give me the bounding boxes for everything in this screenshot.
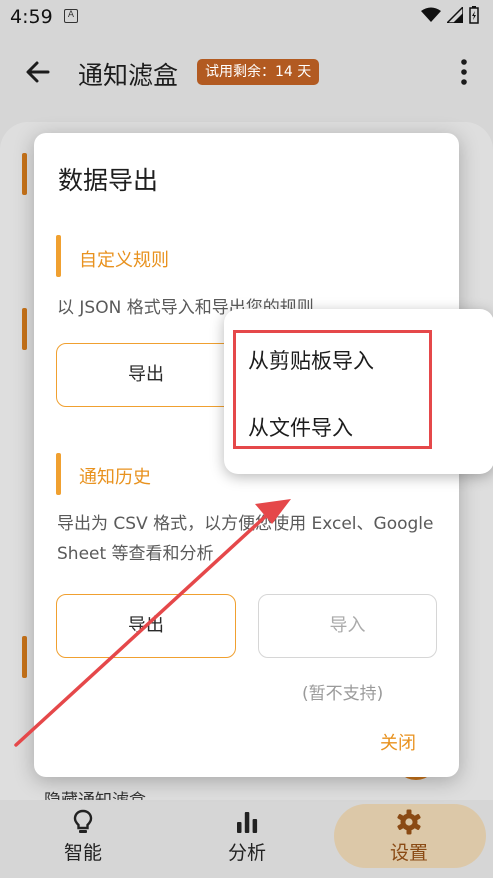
status-icons <box>421 6 479 24</box>
nav-label: 智能 <box>63 842 102 864</box>
battery-icon <box>469 6 479 24</box>
back-arrow-icon[interactable] <box>22 56 54 88</box>
more-vert-icon[interactable] <box>461 58 467 86</box>
page-title: 通知滤盒 <box>78 61 179 90</box>
annotation-highlight-box <box>233 330 432 449</box>
section-marker <box>22 153 27 195</box>
gear-icon <box>397 809 421 835</box>
export-rules-button[interactable]: 导出 <box>56 343 236 407</box>
signal-icon <box>447 7 463 23</box>
export-history-button[interactable]: 导出 <box>56 594 236 658</box>
history-description: 导出为 CSV 格式，以方便您使用 Excel、Google Sheet 等查看… <box>57 514 434 564</box>
nav-label: 设置 <box>389 842 428 864</box>
bottom-nav: 智能 分析 设置 <box>0 800 493 878</box>
section-marker <box>22 308 27 350</box>
nav-label: 分析 <box>227 842 266 864</box>
nav-item-settings[interactable]: 设置 <box>334 800 486 878</box>
status-bar: 4:59 A <box>0 0 493 34</box>
custom-rules-title: 自定义规则 <box>79 250 169 271</box>
trial-badge: 试用剩余：14 天 <box>197 59 320 85</box>
lightbulb-icon <box>73 809 93 833</box>
dialog-title: 数据导出 <box>58 166 159 195</box>
import-history-button: 导入 <box>258 594 437 658</box>
wifi-icon <box>421 7 441 22</box>
app-bar: 通知滤盒 试用剩余：14 天 <box>0 34 493 110</box>
section-accent-bar <box>56 235 61 277</box>
section-accent-bar <box>56 453 61 495</box>
nav-item-smart[interactable]: 智能 <box>8 800 158 878</box>
status-time: 4:59 <box>10 6 53 28</box>
nav-item-analysis[interactable]: 分析 <box>172 800 322 878</box>
not-supported-note: (暂不支持) <box>302 684 384 704</box>
section-marker <box>22 636 27 678</box>
bar-chart-icon <box>237 812 258 833</box>
app-notification-icon: A <box>64 9 78 23</box>
close-button[interactable]: 关闭 <box>380 729 416 755</box>
history-title: 通知历史 <box>79 467 151 488</box>
